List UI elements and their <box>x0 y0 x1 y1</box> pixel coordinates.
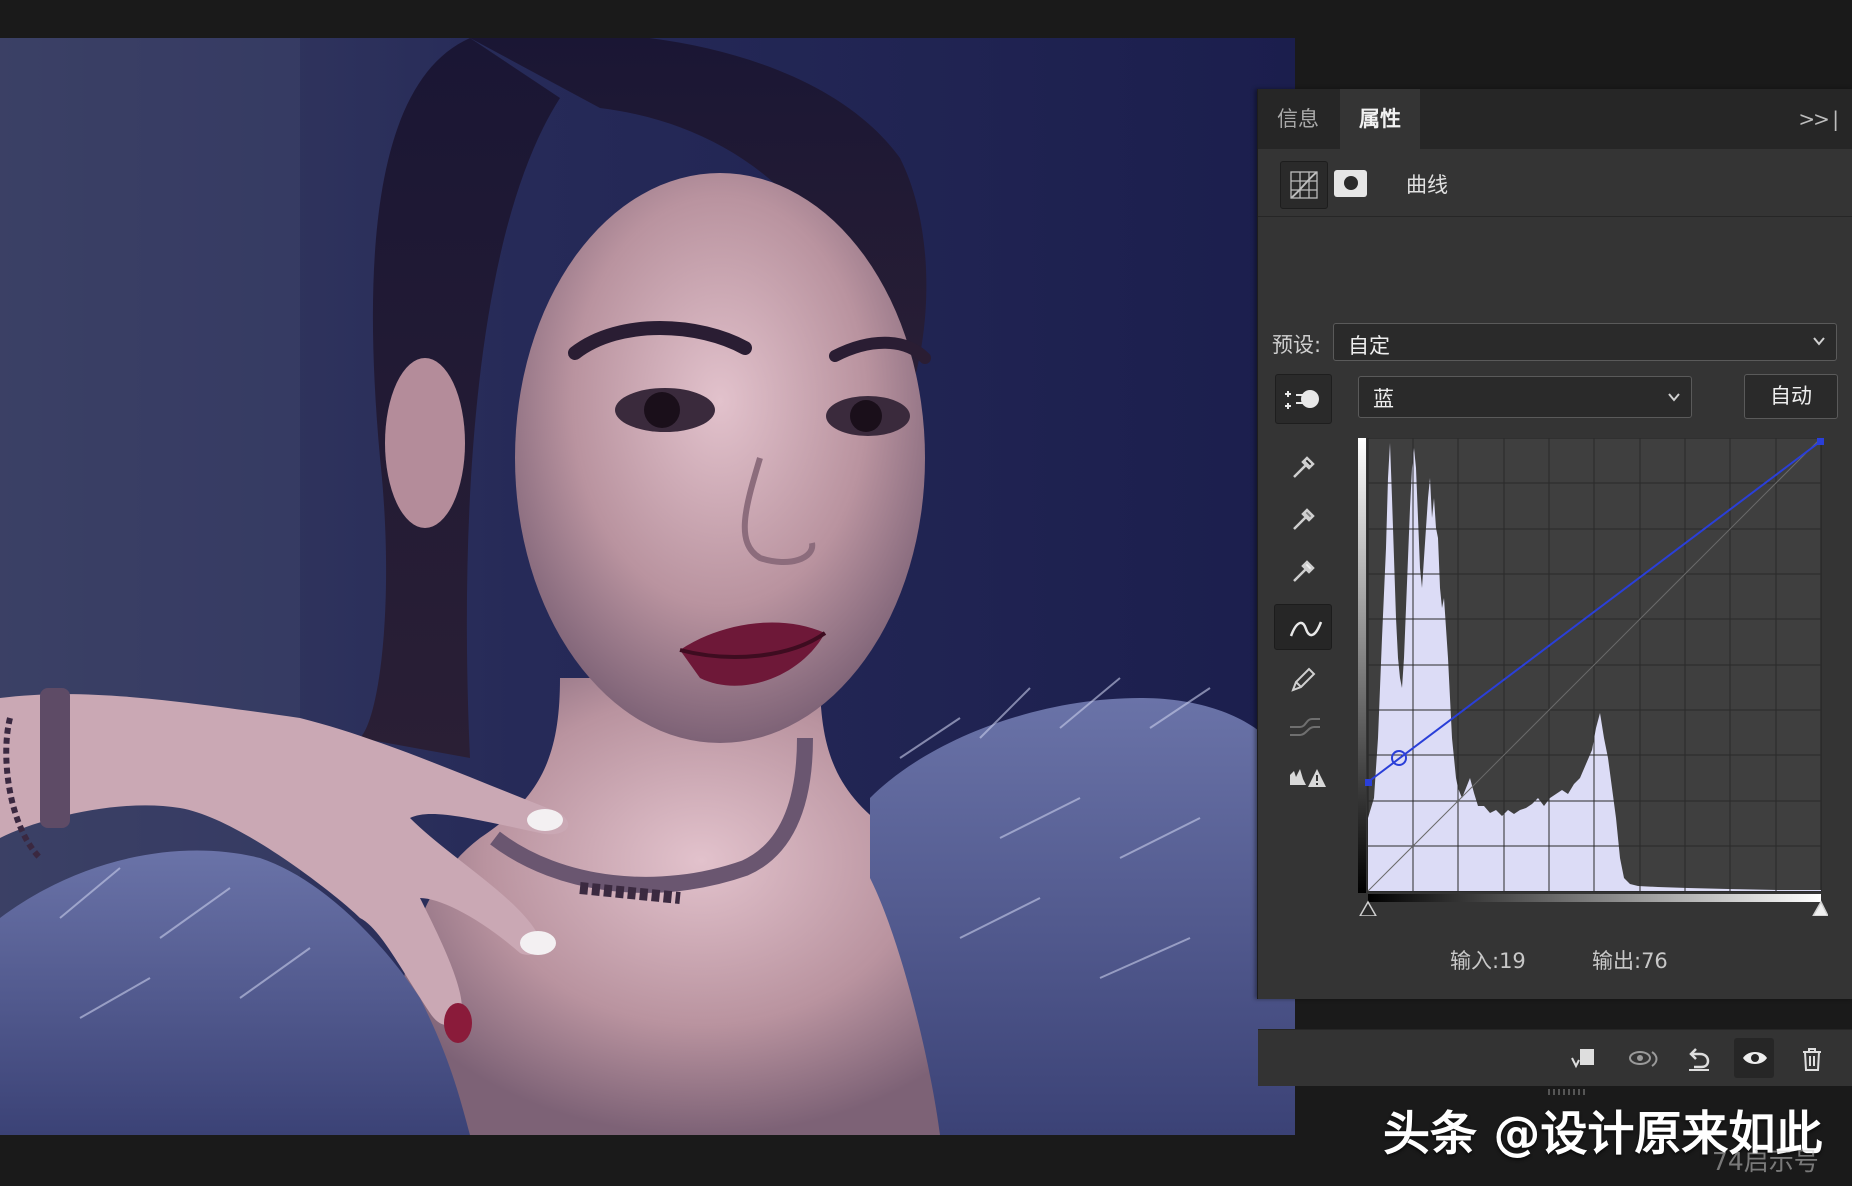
chevron-down-icon <box>1813 337 1825 346</box>
visibility-eye-icon[interactable] <box>1734 1038 1774 1078</box>
adjustment-title: 曲线 <box>1406 173 1448 197</box>
tab-info[interactable]: 信息 <box>1258 89 1338 149</box>
tab-properties[interactable]: 属性 <box>1340 89 1420 149</box>
auto-button[interactable]: 自动 <box>1744 374 1838 419</box>
view-previous-state-icon[interactable] <box>1620 1038 1660 1078</box>
clipping-warning-icon[interactable] <box>1274 752 1332 798</box>
properties-panel: 信息 属性 >> | 曲线 预设: 自定 蓝 自动 输入:19 输出:76 <box>1257 89 1852 1095</box>
gray-eyedropper-icon[interactable] <box>1274 496 1332 542</box>
curve-endpoint-white <box>1817 438 1824 445</box>
reset-icon[interactable] <box>1678 1038 1718 1078</box>
channel-dropdown[interactable]: 蓝 <box>1358 376 1692 418</box>
preset-label: 预设: <box>1272 333 1322 357</box>
preset-value: 自定 <box>1348 334 1390 358</box>
black-point-slider <box>1358 900 1378 917</box>
white-point-slider <box>1811 900 1830 917</box>
trash-icon[interactable] <box>1792 1038 1832 1078</box>
watermark-sub: 74启示号 <box>1712 1147 1819 1176</box>
black-eyedropper-icon[interactable] <box>1274 444 1332 490</box>
panel-bottom-toolbar <box>1258 1029 1852 1086</box>
layer-mask-icon[interactable] <box>1334 170 1367 197</box>
curves-adjustment-icon[interactable] <box>1280 161 1328 209</box>
clip-to-layer-icon[interactable] <box>1562 1038 1602 1078</box>
smooth-curve-icon <box>1274 704 1332 750</box>
channel-value: 蓝 <box>1373 387 1394 411</box>
pencil-icon[interactable] <box>1274 656 1332 702</box>
input-readout: 输入:19 <box>1450 949 1526 973</box>
panel-menu-button[interactable]: >> | <box>1798 89 1839 149</box>
portrait-photo <box>0 38 1295 1135</box>
preset-dropdown[interactable]: 自定 <box>1333 323 1837 361</box>
curve-points-icon[interactable] <box>1274 604 1332 650</box>
white-eyedropper-icon[interactable] <box>1274 548 1332 594</box>
adjustment-header: 曲线 <box>1280 161 1840 209</box>
targeted-adjustment-tool[interactable] <box>1275 374 1332 424</box>
chevron-down-icon <box>1668 393 1680 402</box>
curve-endpoint-black <box>1365 779 1372 786</box>
hand-target-icon <box>1285 390 1319 409</box>
curves-graph[interactable] <box>1358 437 1830 917</box>
curves-graph-svg <box>1358 437 1830 917</box>
output-readout: 输出:76 <box>1592 949 1668 973</box>
expand-chevrons-icon: >> <box>1798 107 1829 131</box>
document-canvas[interactable] <box>0 38 1295 1135</box>
divider <box>1258 216 1852 217</box>
panel-tab-bar: 信息 属性 >> | <box>1258 89 1852 149</box>
